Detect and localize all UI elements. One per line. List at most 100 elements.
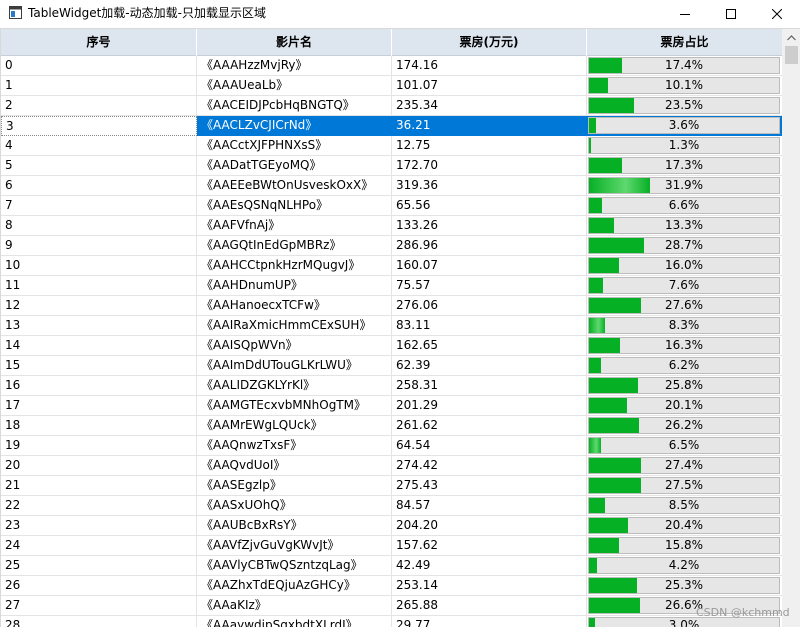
table-row[interactable]: 2 《AACEIDJPcbHqBNGTQ》 235.34 23.5% (1, 96, 782, 116)
cell-box-office-share[interactable]: 31.9% (587, 176, 782, 196)
cell-movie-name[interactable]: 《AADatTGEyoMQ》 (197, 156, 392, 176)
cell-index[interactable]: 18 (1, 416, 197, 436)
cell-box-office[interactable]: 174.16 (392, 56, 587, 76)
cell-index[interactable]: 2 (1, 96, 197, 116)
cell-box-office-share[interactable]: 7.6% (587, 276, 782, 296)
cell-index[interactable]: 0 (1, 56, 197, 76)
cell-box-office-share[interactable]: 25.8% (587, 376, 782, 396)
cell-index[interactable]: 27 (1, 596, 197, 616)
cell-index[interactable]: 4 (1, 136, 197, 156)
cell-index[interactable]: 10 (1, 256, 197, 276)
table-row[interactable]: 28 《AAaywdipSqxbdtXLrdJ》 29.77 3.0% (1, 616, 782, 627)
cell-box-office[interactable]: 319.36 (392, 176, 587, 196)
cell-box-office[interactable]: 83.11 (392, 316, 587, 336)
cell-box-office[interactable]: 275.43 (392, 476, 587, 496)
table-row[interactable]: 17 《AAMGTEcxvbMNhOgTM》 201.29 20.1% (1, 396, 782, 416)
cell-box-office[interactable]: 253.14 (392, 576, 587, 596)
cell-box-office-share[interactable]: 4.2% (587, 556, 782, 576)
cell-box-office[interactable]: 172.70 (392, 156, 587, 176)
table-row[interactable]: 8 《AAFVfnAj》 133.26 13.3% (1, 216, 782, 236)
cell-movie-name[interactable]: 《AAVlyCBTwQSzntzqLag》 (197, 556, 392, 576)
cell-box-office-share[interactable]: 6.2% (587, 356, 782, 376)
column-header-index[interactable]: 序号 (1, 29, 197, 56)
cell-index[interactable]: 12 (1, 296, 197, 316)
cell-box-office-share[interactable]: 20.1% (587, 396, 782, 416)
cell-index[interactable]: 24 (1, 536, 197, 556)
cell-box-office-share[interactable]: 15.8% (587, 536, 782, 556)
table-row[interactable]: 14 《AAISQpWVn》 162.65 16.3% (1, 336, 782, 356)
cell-box-office[interactable]: 162.65 (392, 336, 587, 356)
cell-movie-name[interactable]: 《AAaywdipSqxbdtXLrdJ》 (197, 616, 392, 627)
cell-index[interactable]: 13 (1, 316, 197, 336)
cell-box-office-share[interactable]: 27.5% (587, 476, 782, 496)
cell-movie-name[interactable]: 《AAFVfnAj》 (197, 216, 392, 236)
cell-index[interactable]: 9 (1, 236, 197, 256)
cell-box-office[interactable]: 274.42 (392, 456, 587, 476)
cell-box-office-share[interactable]: 6.5% (587, 436, 782, 456)
cell-movie-name[interactable]: 《AALIDZGKLYrKl》 (197, 376, 392, 396)
cell-movie-name[interactable]: 《AAMrEWgLQUck》 (197, 416, 392, 436)
table-row[interactable]: 12 《AAHanoecxTCFw》 276.06 27.6% (1, 296, 782, 316)
cell-box-office[interactable]: 12.75 (392, 136, 587, 156)
cell-box-office-share[interactable]: 27.4% (587, 456, 782, 476)
cell-movie-name[interactable]: 《AACEIDJPcbHqBNGTQ》 (197, 96, 392, 116)
cell-box-office-share[interactable]: 8.5% (587, 496, 782, 516)
cell-movie-name[interactable]: 《AAHDnumUP》 (197, 276, 392, 296)
table-row[interactable]: 4 《AACctXJFPHNXsS》 12.75 1.3% (1, 136, 782, 156)
table-row[interactable]: 24 《AAVfZjvGuVgKWvJt》 157.62 15.8% (1, 536, 782, 556)
cell-box-office[interactable]: 36.21 (392, 116, 587, 136)
cell-movie-name[interactable]: 《AAEsQSNqNLHPo》 (197, 196, 392, 216)
cell-index[interactable]: 15 (1, 356, 197, 376)
cell-index[interactable]: 7 (1, 196, 197, 216)
maximize-button[interactable] (708, 0, 754, 27)
column-header-movie-name[interactable]: 影片名 (197, 29, 392, 56)
minimize-button[interactable] (662, 0, 708, 27)
cell-index[interactable]: 6 (1, 176, 197, 196)
cell-index[interactable]: 14 (1, 336, 197, 356)
cell-index[interactable]: 23 (1, 516, 197, 536)
table-row[interactable]: 0 《AAAHzzMvjRy》 174.16 17.4% (1, 56, 782, 76)
cell-movie-name[interactable]: 《AAISQpWVn》 (197, 336, 392, 356)
cell-movie-name[interactable]: 《AACctXJFPHNXsS》 (197, 136, 392, 156)
cell-box-office-share[interactable]: 20.4% (587, 516, 782, 536)
cell-index[interactable]: 28 (1, 616, 197, 627)
cell-index[interactable]: 26 (1, 576, 197, 596)
table-row[interactable]: 16 《AALIDZGKLYrKl》 258.31 25.8% (1, 376, 782, 396)
table-row[interactable]: 3 《AACLZvCJICrNd》 36.21 3.6% (1, 116, 782, 136)
title-bar[interactable]: TableWidget加载-动态加载-只加载显示区域 (0, 0, 800, 27)
table-row[interactable]: 23 《AAUBcBxRsY》 204.20 20.4% (1, 516, 782, 536)
table-row[interactable]: 5 《AADatTGEyoMQ》 172.70 17.3% (1, 156, 782, 176)
cell-index[interactable]: 16 (1, 376, 197, 396)
cell-box-office-share[interactable]: 28.7% (587, 236, 782, 256)
cell-box-office-share[interactable]: 8.3% (587, 316, 782, 336)
cell-box-office[interactable]: 157.62 (392, 536, 587, 556)
cell-index[interactable]: 19 (1, 436, 197, 456)
cell-movie-name[interactable]: 《AAUBcBxRsY》 (197, 516, 392, 536)
cell-box-office-share[interactable]: 16.0% (587, 256, 782, 276)
cell-box-office-share[interactable]: 23.5% (587, 96, 782, 116)
cell-box-office-share[interactable]: 17.4% (587, 56, 782, 76)
column-header-box-office[interactable]: 票房(万元) (392, 29, 587, 56)
table-row[interactable]: 26 《AAZhxTdEQjuAzGHCy》 253.14 25.3% (1, 576, 782, 596)
cell-box-office[interactable]: 75.57 (392, 276, 587, 296)
table-row[interactable]: 19 《AAQnwzTxsF》 64.54 6.5% (1, 436, 782, 456)
cell-movie-name[interactable]: 《AASxUOhQ》 (197, 496, 392, 516)
cell-box-office[interactable]: 201.29 (392, 396, 587, 416)
cell-index[interactable]: 20 (1, 456, 197, 476)
cell-index[interactable]: 5 (1, 156, 197, 176)
table-row[interactable]: 18 《AAMrEWgLQUck》 261.62 26.2% (1, 416, 782, 436)
cell-box-office[interactable]: 29.77 (392, 616, 587, 627)
cell-movie-name[interactable]: 《AAImDdUTouGLKrLWU》 (197, 356, 392, 376)
cell-box-office[interactable]: 265.88 (392, 596, 587, 616)
cell-box-office[interactable]: 101.07 (392, 76, 587, 96)
table-row[interactable]: 25 《AAVlyCBTwQSzntzqLag》 42.49 4.2% (1, 556, 782, 576)
cell-movie-name[interactable]: 《AAVfZjvGuVgKWvJt》 (197, 536, 392, 556)
cell-movie-name[interactable]: 《AACLZvCJICrNd》 (197, 116, 392, 136)
close-button[interactable] (754, 0, 800, 27)
cell-movie-name[interactable]: 《AAIRaXmicHmmCExSUH》 (197, 316, 392, 336)
cell-box-office[interactable]: 160.07 (392, 256, 587, 276)
cell-movie-name[interactable]: 《AAHCCtpnkHzrMQugvJ》 (197, 256, 392, 276)
cell-box-office[interactable]: 276.06 (392, 296, 587, 316)
cell-index[interactable]: 21 (1, 476, 197, 496)
cell-movie-name[interactable]: 《AAGQtInEdGpMBRz》 (197, 236, 392, 256)
